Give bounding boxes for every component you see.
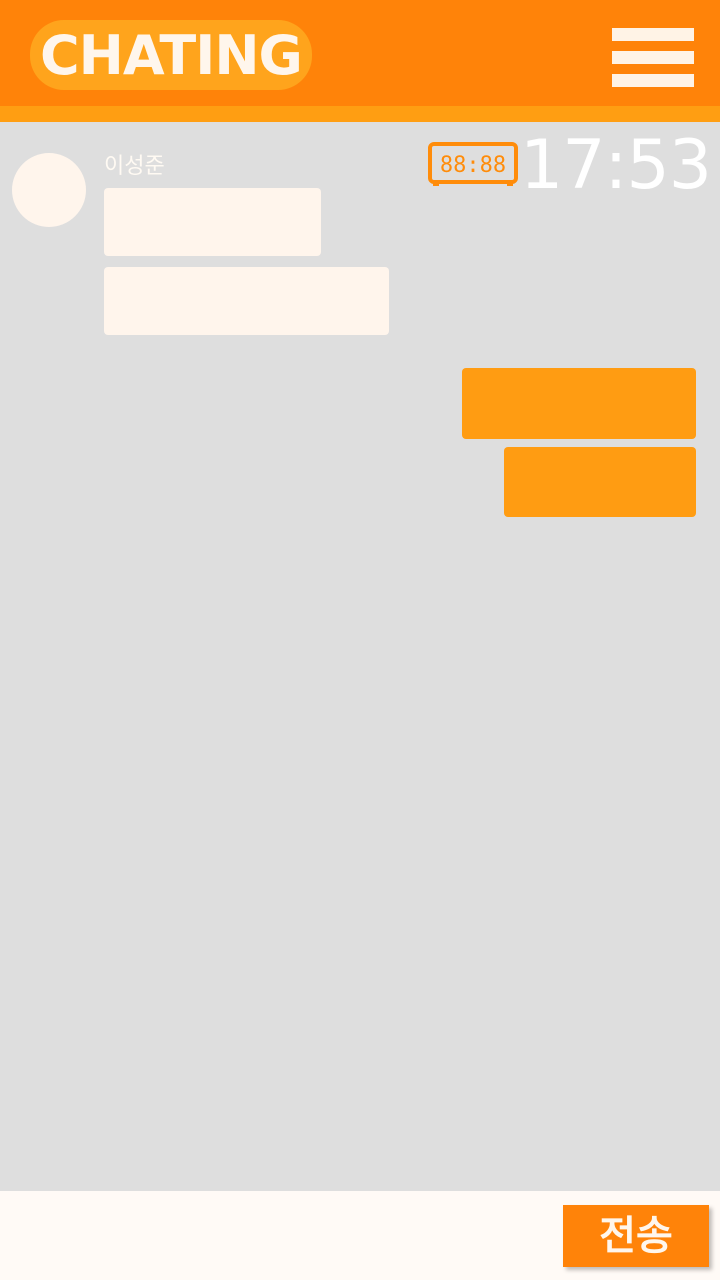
header-accent-strip bbox=[0, 106, 720, 122]
avatar[interactable] bbox=[12, 153, 86, 227]
chat-app: CHATING 88:88 17:53 이성준 전송 bbox=[0, 0, 720, 1280]
app-title: CHATING bbox=[30, 20, 312, 90]
digital-clock-icon: 88:88 bbox=[428, 142, 518, 188]
send-button[interactable]: 전송 bbox=[563, 1205, 709, 1267]
hamburger-menu-icon[interactable] bbox=[612, 28, 694, 88]
incoming-message-bubble[interactable] bbox=[104, 267, 389, 335]
outgoing-message-bubble[interactable] bbox=[462, 368, 696, 439]
app-header: CHATING bbox=[0, 0, 720, 106]
menu-bar-top bbox=[612, 28, 694, 41]
message-composer: 전송 bbox=[0, 1191, 720, 1280]
incoming-message-bubble[interactable] bbox=[104, 188, 321, 256]
menu-bar-bottom bbox=[612, 74, 694, 87]
sender-name: 이성준 bbox=[104, 154, 165, 179]
outgoing-message-bubble[interactable] bbox=[504, 447, 696, 517]
clock-icon-digits: 88:88 bbox=[440, 153, 506, 178]
menu-bar-middle bbox=[612, 51, 694, 64]
clock-time: 17:53 bbox=[520, 126, 712, 205]
message-input[interactable] bbox=[0, 1191, 550, 1280]
